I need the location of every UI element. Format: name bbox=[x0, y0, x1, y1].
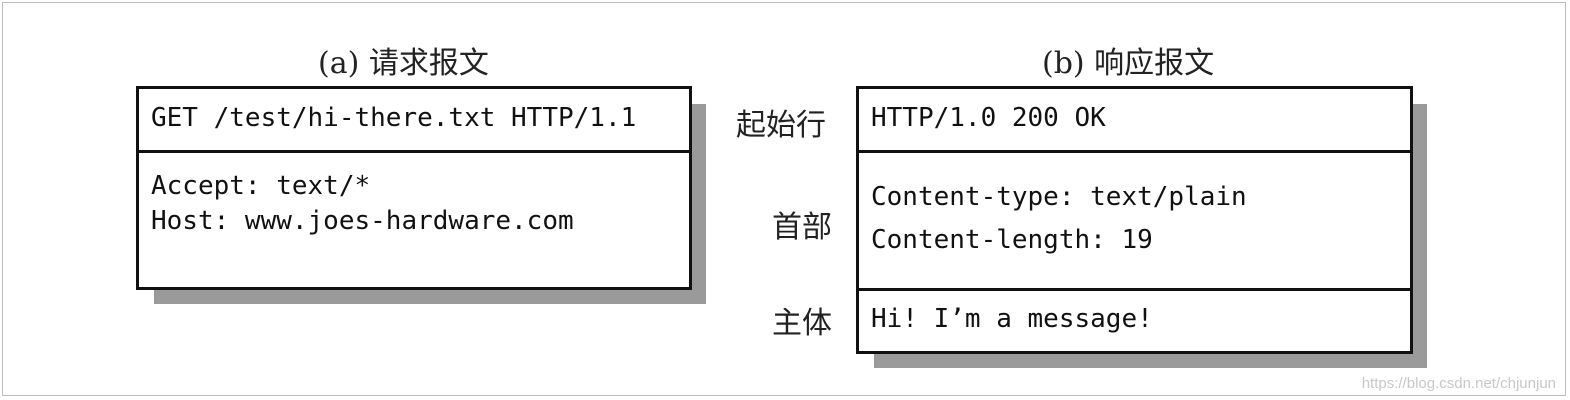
response-body-text: Hi! I’m a message! bbox=[871, 304, 1153, 334]
request-message-box: GET /test/hi-there.txt HTTP/1.1 Accept: … bbox=[136, 86, 692, 290]
request-header-accept: Accept: text/* bbox=[151, 171, 371, 201]
response-headers-section: Content-type: text/plain Content-length:… bbox=[859, 153, 1410, 288]
response-caption: (b) 响应报文 bbox=[1042, 46, 1215, 81]
body-label: 主体 bbox=[772, 306, 832, 341]
diagram-canvas: (a) 请求报文 GET /test/hi-there.txt HTTP/1.1… bbox=[0, 0, 1570, 400]
response-body-section: Hi! I’m a message! bbox=[859, 291, 1410, 351]
response-start-line: HTTP/1.0 200 OK bbox=[871, 103, 1106, 133]
request-start-line: GET /test/hi-there.txt HTTP/1.1 bbox=[151, 103, 637, 133]
response-start-line-section: HTTP/1.0 200 OK bbox=[859, 89, 1410, 150]
request-header-host: Host: www.joes-hardware.com bbox=[151, 206, 574, 236]
response-header-content-type: Content-type: text/plain bbox=[871, 182, 1247, 212]
watermark-text: https://blog.csdn.net/chjunjun bbox=[1361, 375, 1556, 392]
response-message-box: HTTP/1.0 200 OK Content-type: text/plain… bbox=[856, 86, 1413, 354]
headers-label: 首部 bbox=[772, 210, 832, 245]
request-caption: (a) 请求报文 bbox=[318, 46, 489, 81]
start-line-label: 起始行 bbox=[736, 108, 826, 143]
request-start-line-section: GET /test/hi-there.txt HTTP/1.1 bbox=[139, 89, 689, 150]
request-headers-section: Accept: text/* Host: www.joes-hardware.c… bbox=[139, 153, 689, 287]
response-header-content-length: Content-length: 19 bbox=[871, 225, 1153, 255]
